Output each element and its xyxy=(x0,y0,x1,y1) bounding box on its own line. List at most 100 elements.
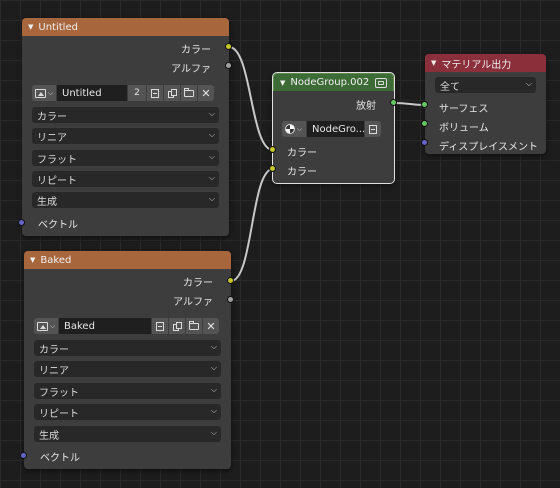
fake-user-button[interactable] xyxy=(365,121,381,137)
input-vector-label: ベクトル xyxy=(38,220,78,231)
unlink-image-button[interactable]: ✕ xyxy=(203,318,219,334)
input-color-label-1: カラー xyxy=(287,148,317,159)
image-texture-node-untitled[interactable]: ▼ Untitled カラー アルファ ⌵ Untitled 2 ✕ カラー ⌵ … xyxy=(22,18,229,236)
input-vector-socket[interactable] xyxy=(20,452,27,459)
output-alpha-socket[interactable] xyxy=(225,62,232,69)
image-browse-button[interactable]: ⌵ xyxy=(34,318,58,334)
node-title: Baked xyxy=(40,254,72,266)
output-alpha-label: アルファ xyxy=(173,297,213,308)
input-color-socket-1[interactable] xyxy=(269,146,276,153)
chevron-down-icon: ⌵ xyxy=(50,321,56,330)
chevron-down-icon: ⌵ xyxy=(210,385,217,394)
input-vector-label: ベクトル xyxy=(40,453,80,464)
dropdown-value: 生成 xyxy=(37,196,57,208)
node-title: NodeGroup.002 xyxy=(290,77,370,88)
node-header[interactable]: ▼ Baked xyxy=(24,251,231,269)
extension-dropdown[interactable]: リピート ⌵ xyxy=(32,171,219,187)
fake-user-icon xyxy=(151,88,159,98)
folder-icon xyxy=(189,321,199,330)
input-color-socket-2[interactable] xyxy=(269,165,276,172)
dropdown-value: リピート xyxy=(39,408,79,420)
input-vector-socket[interactable] xyxy=(18,219,25,226)
image-texture-node-baked[interactable]: ▼ Baked カラー アルファ ⌵ Baked ✕ カラー ⌵ リニア ⌵ フラッ… xyxy=(24,251,231,469)
dropdown-value: 全て xyxy=(440,81,460,93)
chevron-down-icon: ⌵ xyxy=(208,130,215,139)
node-group-icon[interactable] xyxy=(375,77,387,88)
input-displacement-label: ディスプレイスメント xyxy=(439,142,538,153)
interpolation-dropdown[interactable]: リニア ⌵ xyxy=(34,361,221,377)
chevron-down-icon: ⌵ xyxy=(208,109,215,118)
group-browse-button[interactable]: ⌵ xyxy=(282,121,306,137)
node-group-node[interactable]: ▼ NodeGroup.002 放射 ⌵ NodeGro... カラー カラー xyxy=(272,72,395,184)
chevron-down-icon: ⌵ xyxy=(208,173,215,182)
input-displacement-socket[interactable] xyxy=(421,139,428,146)
duplicate-icon xyxy=(167,88,177,98)
input-color-label-2: カラー xyxy=(287,167,317,178)
input-volume-socket[interactable] xyxy=(421,120,428,127)
node-header[interactable]: ▼ NodeGroup.002 xyxy=(273,73,394,91)
interpolation-dropdown[interactable]: リニア ⌵ xyxy=(32,128,219,144)
image-icon xyxy=(37,321,48,331)
chevron-down-icon: ⌵ xyxy=(48,88,54,97)
image-name-field[interactable]: Baked xyxy=(59,318,151,334)
input-surface-socket[interactable] xyxy=(421,101,428,108)
close-icon: ✕ xyxy=(206,319,216,333)
chevron-down-icon: ⌵ xyxy=(297,124,303,133)
projection-dropdown[interactable]: フラット ⌵ xyxy=(32,150,219,166)
chevron-down-icon: ⌵ xyxy=(208,194,215,203)
projection-dropdown[interactable]: フラット ⌵ xyxy=(34,383,221,399)
duplicate-button[interactable] xyxy=(164,85,180,101)
image-selector: ⌵ Untitled 2 ✕ xyxy=(32,85,214,101)
dropdown-value: カラー xyxy=(39,344,69,356)
image-selector: ⌵ Baked ✕ xyxy=(34,318,219,334)
dropdown-value: リニア xyxy=(39,365,69,377)
image-browse-button[interactable]: ⌵ xyxy=(32,85,56,101)
extension-dropdown[interactable]: リピート ⌵ xyxy=(34,404,221,420)
node-header[interactable]: ▼ Untitled xyxy=(22,18,229,36)
users-count-button[interactable]: 2 xyxy=(128,85,146,101)
dropdown-value: リニア xyxy=(37,132,67,144)
unlink-image-button[interactable]: ✕ xyxy=(198,85,214,101)
output-emission-socket[interactable] xyxy=(390,99,397,106)
open-image-button[interactable] xyxy=(186,318,202,334)
fake-user-button[interactable] xyxy=(147,85,163,101)
duplicate-button[interactable] xyxy=(169,318,185,334)
output-emission-label: 放射 xyxy=(356,101,376,112)
material-output-node[interactable]: ▼ マテリアル出力 全て ⌵ サーフェス ボリューム ディスプレイスメント xyxy=(425,54,546,154)
output-alpha-label: アルファ xyxy=(171,64,211,75)
dropdown-value: フラット xyxy=(37,154,77,166)
collapse-triangle-icon[interactable]: ▼ xyxy=(280,79,285,87)
node-tree-icon xyxy=(285,124,295,134)
output-color-label: カラー xyxy=(181,45,211,56)
chevron-down-icon: ⌵ xyxy=(525,79,532,88)
chevron-down-icon: ⌵ xyxy=(210,428,217,437)
output-color-socket[interactable] xyxy=(225,43,232,50)
image-icon xyxy=(35,88,46,98)
collapse-triangle-icon[interactable]: ▼ xyxy=(28,23,33,31)
open-image-button[interactable] xyxy=(181,85,197,101)
output-color-socket[interactable] xyxy=(227,277,234,284)
image-name-field[interactable]: Untitled xyxy=(57,85,127,101)
output-alpha-socket[interactable] xyxy=(227,296,234,303)
fake-user-icon xyxy=(156,321,164,331)
target-dropdown[interactable]: 全て ⌵ xyxy=(435,77,536,93)
chevron-down-icon: ⌵ xyxy=(210,363,217,372)
collapse-triangle-icon[interactable]: ▼ xyxy=(30,256,35,264)
dropdown-value: 生成 xyxy=(39,430,59,442)
dropdown-value: フラット xyxy=(39,387,79,399)
chevron-down-icon: ⌵ xyxy=(210,406,217,415)
dropdown-value: カラー xyxy=(37,111,67,123)
fake-user-button[interactable] xyxy=(152,318,168,334)
output-color-label: カラー xyxy=(183,278,213,289)
node-header[interactable]: ▼ マテリアル出力 xyxy=(425,54,546,72)
chevron-down-icon: ⌵ xyxy=(210,342,217,351)
color-space-dropdown[interactable]: カラー ⌵ xyxy=(32,107,219,123)
close-icon: ✕ xyxy=(201,86,211,100)
collapse-triangle-icon[interactable]: ▼ xyxy=(431,59,436,67)
color-space-dropdown[interactable]: カラー ⌵ xyxy=(34,340,221,356)
fake-user-icon xyxy=(369,124,377,134)
node-title: マテリアル出力 xyxy=(441,59,512,71)
group-name-field[interactable]: NodeGro... xyxy=(307,121,365,137)
source-dropdown[interactable]: 生成 ⌵ xyxy=(34,426,221,442)
source-dropdown[interactable]: 生成 ⌵ xyxy=(32,192,219,208)
